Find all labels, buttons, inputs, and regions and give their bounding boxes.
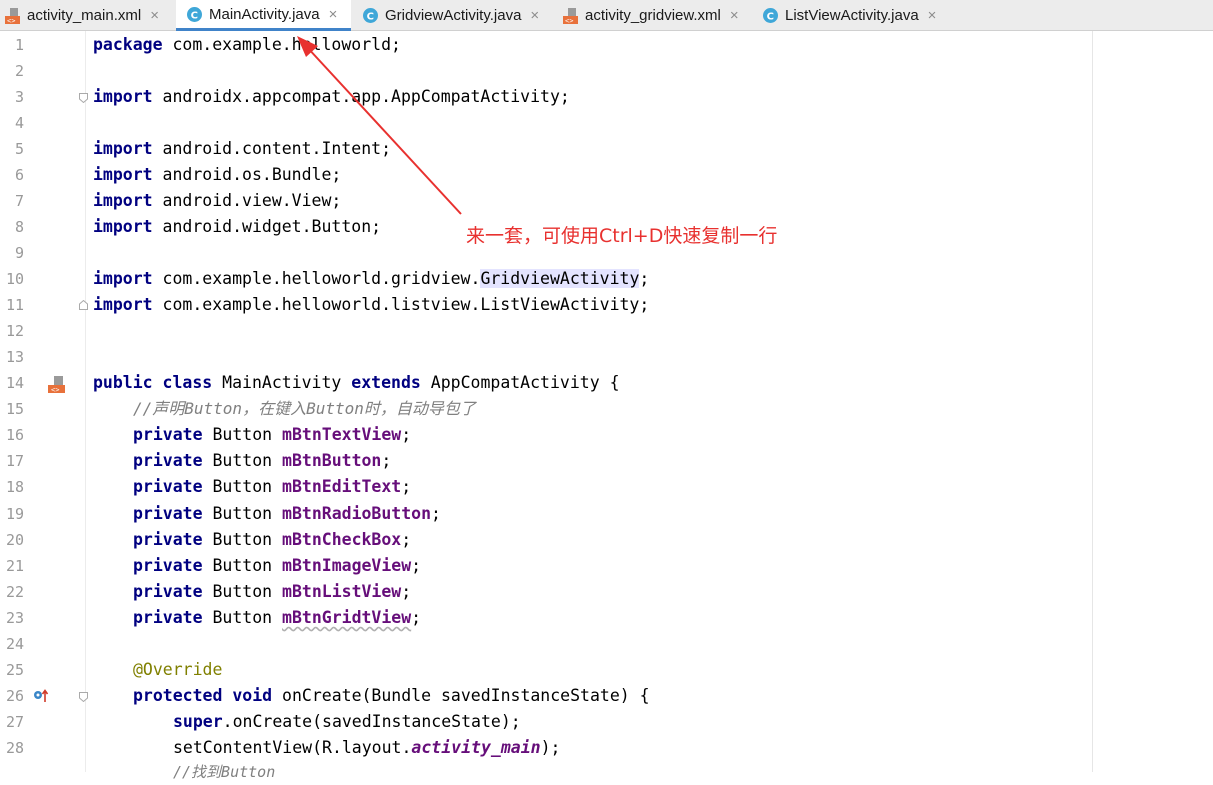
line-number: 9 — [14, 244, 24, 262]
svg-text:<>: <> — [565, 17, 573, 24]
tab-listview-activity-java[interactable]: C ListViewActivity.java × — [762, 0, 952, 31]
highlighted-identifier: GridviewActivity — [480, 269, 640, 288]
code-line[interactable]: import com.example.helloworld.gridview.G… — [93, 266, 649, 292]
svg-text:<>: <> — [51, 386, 59, 394]
line-number: 10 — [5, 270, 24, 288]
line-number: 24 — [5, 635, 24, 653]
xml-layout-icon: <> — [562, 7, 579, 24]
tab-activity-main-xml[interactable]: <> activity_main.xml × — [4, 0, 174, 31]
line-number: 23 — [5, 609, 24, 627]
code-line[interactable]: import android.os.Bundle; — [93, 162, 341, 188]
line-number: 17 — [5, 452, 24, 470]
svg-text:C: C — [191, 10, 198, 21]
line-number: 28 — [5, 739, 24, 757]
close-icon[interactable]: × — [530, 7, 539, 24]
close-icon[interactable]: × — [150, 7, 159, 24]
line-number: 14 — [5, 374, 24, 392]
svg-text:C: C — [367, 12, 374, 23]
line-number: 19 — [5, 505, 24, 523]
code-line[interactable]: import android.view.View; — [93, 188, 341, 214]
tab-label: MainActivity.java — [209, 5, 320, 23]
tab-label: activity_main.xml — [27, 7, 142, 24]
code-line[interactable]: setContentView(R.layout.activity_main); — [173, 735, 560, 761]
tab-label: ListViewActivity.java — [785, 7, 919, 24]
java-class-icon: C — [362, 7, 379, 24]
line-number: 1 — [14, 36, 24, 54]
line-number: 2 — [14, 62, 24, 80]
line-number: 7 — [14, 192, 24, 210]
code-line[interactable]: private Button mBtnListView; — [133, 579, 411, 605]
code-line[interactable]: private Button mBtnGridtView; — [133, 605, 421, 631]
code-comment[interactable]: //找到Button — [173, 759, 275, 785]
line-number: 8 — [14, 218, 24, 236]
code-line[interactable]: public class MainActivity extends AppCom… — [93, 370, 620, 396]
code-line[interactable]: super.onCreate(savedInstanceState); — [173, 709, 521, 735]
line-number: 25 — [5, 661, 24, 679]
fold-marker-icon[interactable] — [79, 692, 88, 702]
code-line[interactable]: package com.example.helloworld; — [93, 32, 401, 58]
code-line[interactable]: private Button mBtnCheckBox; — [133, 527, 411, 553]
code-line[interactable]: private Button mBtnEditText; — [133, 474, 411, 500]
code-line[interactable]: private Button mBtnTextView; — [133, 422, 411, 448]
right-margin-guide — [1092, 31, 1093, 772]
tab-label: activity_gridview.xml — [585, 7, 721, 24]
line-number: 6 — [14, 166, 24, 184]
code-line[interactable]: protected void onCreate(Bundle savedInst… — [133, 683, 650, 709]
xml-layout-icon: <> — [4, 7, 21, 24]
editor-tab-bar: <> activity_main.xml × C MainActivity.ja… — [0, 0, 1213, 31]
tab-gridview-activity-java[interactable]: C GridviewActivity.java × — [362, 0, 552, 31]
code-line[interactable]: import android.widget.Button; — [93, 214, 381, 240]
line-number: 3 — [14, 88, 24, 106]
svg-text:C: C — [767, 12, 774, 23]
tab-label: GridviewActivity.java — [385, 7, 522, 24]
line-number: 21 — [5, 557, 24, 575]
svg-text:<>: <> — [7, 17, 15, 24]
java-class-icon: C — [762, 7, 779, 24]
fold-marker-icon[interactable] — [79, 300, 88, 310]
code-line[interactable]: private Button mBtnButton; — [133, 448, 391, 474]
code-comment[interactable]: //声明Button，在键入Button时，自动导包了 — [133, 396, 476, 422]
line-number: 26 — [5, 687, 24, 705]
fold-marker-icon[interactable] — [79, 93, 88, 103]
close-icon[interactable]: × — [730, 7, 739, 24]
code-annotation[interactable]: @Override — [133, 657, 222, 683]
line-number: 11 — [5, 296, 24, 314]
line-number: 22 — [5, 583, 24, 601]
tab-activity-gridview-xml[interactable]: <> activity_gridview.xml × — [562, 0, 757, 31]
line-number: 16 — [5, 426, 24, 444]
code-line[interactable]: private Button mBtnRadioButton; — [133, 501, 441, 527]
code-line[interactable]: import com.example.helloworld.listview.L… — [93, 292, 649, 318]
line-number: 27 — [5, 713, 24, 731]
line-number: 4 — [14, 114, 24, 132]
tab-main-activity-java[interactable]: C MainActivity.java × — [176, 0, 351, 31]
java-class-icon: C — [186, 6, 203, 23]
code-line[interactable]: import androidx.appcompat.app.AppCompatA… — [93, 84, 570, 110]
line-number: 20 — [5, 531, 24, 549]
line-number: 13 — [5, 348, 24, 366]
code-line[interactable]: import android.content.Intent; — [93, 136, 391, 162]
annotation-text: 来一套，可使用Ctrl+D快速复制一行 — [466, 225, 778, 247]
layout-link-icon[interactable]: <> — [47, 375, 66, 394]
line-number: 12 — [5, 322, 24, 340]
close-icon[interactable]: × — [928, 7, 937, 24]
close-icon[interactable]: × — [329, 6, 338, 23]
line-number: 18 — [5, 478, 24, 496]
override-method-icon[interactable] — [33, 688, 49, 704]
code-line[interactable]: private Button mBtnImageView; — [133, 553, 421, 579]
line-number: 5 — [14, 140, 24, 158]
line-number: 15 — [5, 400, 24, 418]
